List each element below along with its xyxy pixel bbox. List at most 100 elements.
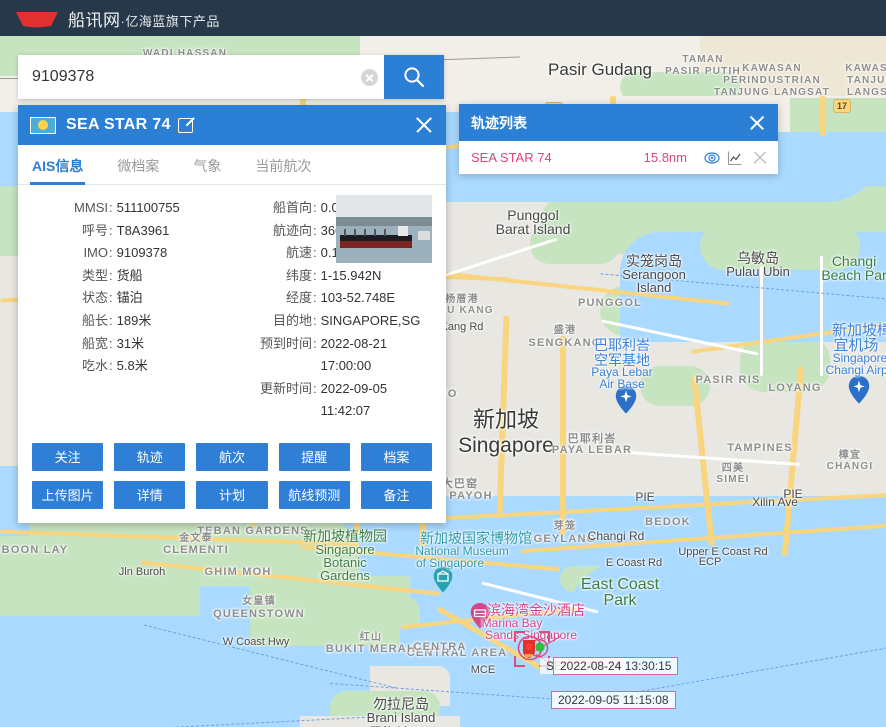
close-icon[interactable] [748, 114, 766, 132]
vessel-actions-row-1: 关注轨迹航次提醒档案 [18, 433, 446, 471]
field-separator: : [108, 242, 117, 265]
field-separator: : [312, 287, 321, 310]
field-separator: : [108, 310, 117, 333]
app-header: 船讯网·亿海蓝旗下产品 [0, 0, 886, 36]
field-label: 船长 [32, 310, 108, 333]
field-separator: : [312, 333, 321, 378]
field-value: 5.8米 [117, 355, 148, 378]
vessel-panel-tabs: AIS信息 微档案 气象 当前航次 [18, 145, 446, 185]
field-separator: : [312, 378, 321, 423]
track-item-distance: 15.8nm [644, 150, 687, 165]
vessel-fields-left: MMSI:511100755呼号:T8A3961IMO:9109378类型:货船… [32, 197, 232, 423]
vessel-info-panel: SEA STAR 74 AIS信息 微档案 气象 当前航次 [18, 105, 446, 523]
action-计划[interactable]: 计划 [196, 481, 267, 509]
field-separator: : [312, 197, 321, 220]
field-row: IMO:9109378 [32, 242, 232, 265]
action-提醒[interactable]: 提醒 [279, 443, 350, 471]
field-label: IMO [32, 242, 108, 265]
chart-icon[interactable] [727, 150, 743, 166]
edit-icon[interactable] [178, 118, 193, 133]
close-icon[interactable] [752, 150, 768, 166]
field-value: 9109378 [117, 242, 168, 265]
field-label: 纬度 [232, 265, 312, 288]
vessel-panel-header: SEA STAR 74 [18, 105, 446, 145]
field-row: 类型:货船 [32, 265, 232, 288]
field-separator: : [108, 265, 117, 288]
field-value: T8A3961 [117, 220, 170, 243]
field-row: 呼号:T8A3961 [32, 220, 232, 243]
palau-flag-icon [30, 117, 56, 134]
field-row: 纬度:1-15.942N [232, 265, 432, 288]
track-end-time-label: 2022-09-05 11:15:08 [551, 691, 676, 709]
action-航次[interactable]: 航次 [196, 443, 267, 471]
field-row: MMSI:511100755 [32, 197, 232, 220]
field-value: 103-52.748E [321, 287, 395, 310]
track-start-time-label: 2022-08-24 13:30:15 [553, 657, 678, 675]
vessel-actions-row-2: 上传图片详情计划航线预测备注 [18, 471, 446, 523]
airport-pin-changi[interactable] [848, 376, 868, 402]
tab-1[interactable]: AIS信息 [32, 156, 83, 184]
eye-icon[interactable] [704, 150, 720, 166]
field-label: 航迹向 [232, 220, 312, 243]
field-separator: : [108, 287, 117, 310]
field-label: 预到时间 [232, 333, 312, 378]
action-备注[interactable]: 备注 [361, 481, 432, 509]
vessel-name: SEA STAR 74 [66, 116, 171, 134]
field-label: 呼号 [32, 220, 108, 243]
search-submit-button[interactable] [384, 55, 444, 99]
field-separator: : [108, 220, 117, 243]
field-separator: : [312, 310, 321, 333]
field-value: 189米 [117, 310, 152, 333]
action-上传图片[interactable]: 上传图片 [32, 481, 103, 509]
field-row: 目的地:SINGAPORE,SG [232, 310, 432, 333]
action-详情[interactable]: 详情 [114, 481, 185, 509]
action-档案[interactable]: 档案 [361, 443, 432, 471]
track-list-header: 轨迹列表 [459, 104, 778, 141]
map-label: 新加坡国家博物馆 [420, 531, 532, 547]
track-list-title: 轨迹列表 [471, 113, 527, 133]
field-row: 预到时间:2022-08-21 17:00:00 [232, 333, 432, 378]
field-label: 目的地 [232, 310, 312, 333]
track-list-item[interactable]: SEA STAR 74 15.8nm [459, 141, 778, 174]
field-value: 31米 [117, 333, 144, 356]
brand-title: 船讯网·亿海蓝旗下产品 [68, 6, 220, 31]
field-label: 航速 [232, 242, 312, 265]
field-value: 2022-08-21 17:00:00 [321, 333, 432, 378]
brand-subtitle: ·亿海蓝旗下产品 [121, 14, 220, 29]
tab-4[interactable]: 当前航次 [255, 156, 311, 184]
vessel-photo[interactable] [336, 195, 432, 263]
action-航线预测[interactable]: 航线预测 [279, 481, 350, 509]
field-label: 更新时间 [232, 378, 312, 423]
field-row: 更新时间:2022-09-05 11:42:07 [232, 378, 432, 423]
route-shield-17b: 17 [833, 99, 851, 113]
search-bar [18, 55, 444, 99]
app-root: 17 17 WADI HASSANPasir GudangTAMANPASIR … [0, 0, 886, 727]
field-label: 船首向 [232, 197, 312, 220]
tab-3[interactable]: 气象 [193, 156, 221, 184]
action-关注[interactable]: 关注 [32, 443, 103, 471]
field-row: 经度:103-52.748E [232, 287, 432, 310]
vessel-track-marker[interactable] [517, 635, 551, 670]
field-row: 状态:锚泊 [32, 287, 232, 310]
search-input[interactable] [18, 55, 354, 99]
close-icon[interactable] [414, 115, 434, 135]
search-icon [403, 66, 425, 88]
airport-pin-paya-lebar[interactable] [615, 386, 635, 412]
vessel-panel-body: MMSI:511100755呼号:T8A3961IMO:9109378类型:货船… [18, 185, 446, 433]
field-value: 锚泊 [117, 287, 143, 310]
museum-pin[interactable] [433, 567, 453, 593]
search-clear-button[interactable] [354, 55, 384, 99]
field-label: MMSI [32, 197, 108, 220]
field-separator: : [108, 355, 117, 378]
field-row: 吃水:5.8米 [32, 355, 232, 378]
field-separator: : [108, 333, 117, 356]
action-轨迹[interactable]: 轨迹 [114, 443, 185, 471]
track-list-panel: 轨迹列表 SEA STAR 74 15.8nm [459, 104, 778, 174]
field-label: 船宽 [32, 333, 108, 356]
hotel-pin-marina-bay-sands[interactable] [470, 603, 490, 629]
track-item-name: SEA STAR 74 [471, 150, 552, 165]
field-value: 1-15.942N [321, 265, 382, 288]
tab-2[interactable]: 微档案 [117, 156, 159, 184]
field-label: 类型 [32, 265, 108, 288]
map-label: BEDOK [645, 516, 691, 528]
